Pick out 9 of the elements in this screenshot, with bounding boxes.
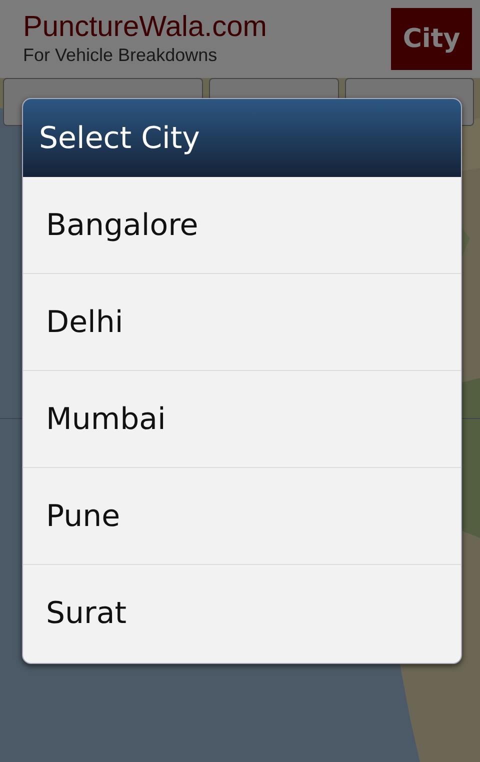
app-subtitle: For Vehicle Breakdowns [23, 45, 218, 65]
city-option[interactable]: Pune [23, 468, 461, 565]
dialog-title: Select City [23, 99, 461, 177]
city-button[interactable]: City [391, 8, 472, 70]
city-option[interactable]: Bangalore [23, 177, 461, 274]
city-option[interactable]: Mumbai [23, 371, 461, 468]
app-title: PunctureWala.com [23, 10, 267, 45]
city-option[interactable]: Delhi [23, 274, 461, 371]
city-option[interactable]: Surat [23, 565, 461, 662]
